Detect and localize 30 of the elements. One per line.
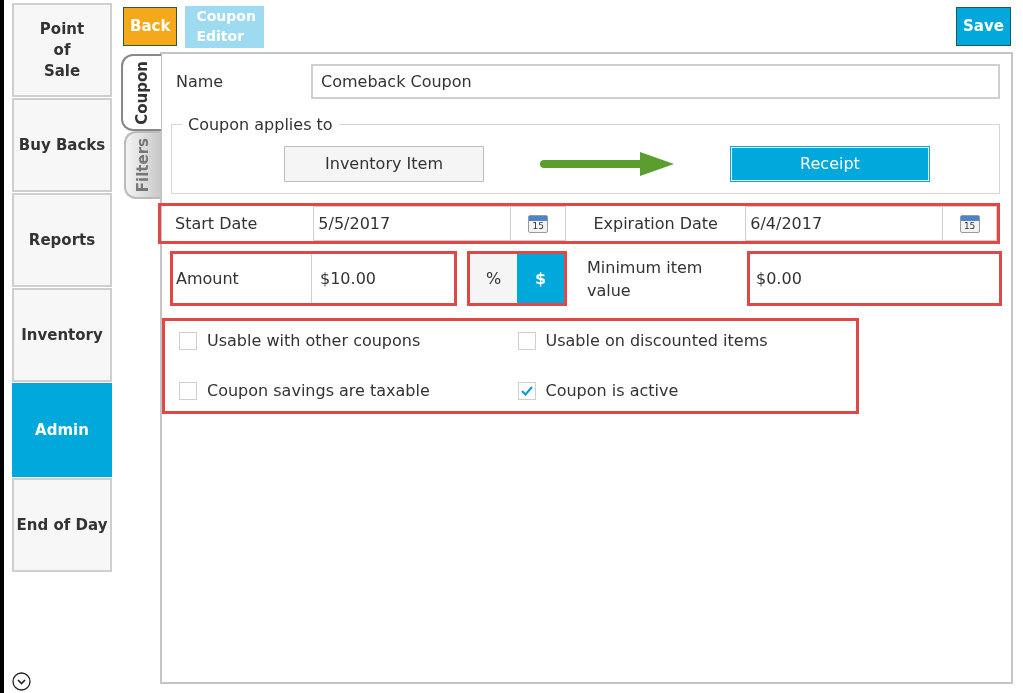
nav-item[interactable]: Point of Sale: [12, 3, 112, 97]
collapse-chevron-icon[interactable]: [12, 672, 31, 691]
checkbox[interactable]: [179, 382, 197, 400]
unit-toggle[interactable]: %: [470, 254, 517, 303]
applies-option[interactable]: Inventory Item: [284, 146, 484, 182]
start-date-label: Start Date: [174, 212, 259, 235]
minimum-value-field[interactable]: $0.00: [747, 251, 1002, 306]
checkbox[interactable]: [517, 382, 536, 400]
nav-item[interactable]: Inventory: [12, 288, 112, 382]
minimum-value-label: Minimum item value: [587, 256, 704, 302]
start-date-field[interactable]: 5/5/2017 15: [313, 206, 567, 241]
expiration-date-field[interactable]: 6/4/2017 15: [745, 206, 997, 241]
checkbox[interactable]: [179, 332, 197, 350]
nav-item[interactable]: Reports: [12, 193, 112, 287]
checkbox[interactable]: [517, 332, 536, 350]
page-title: Coupon Editor: [185, 6, 265, 48]
amount-field[interactable]: $10.00: [311, 254, 451, 303]
checkbox-label: Usable with other coupons: [207, 330, 421, 352]
name-label: Name: [175, 70, 225, 93]
checkbox-label: Coupon savings are taxable: [207, 380, 430, 402]
calendar-icon[interactable]: 15: [959, 214, 980, 233]
calendar-icon[interactable]: 15: [528, 214, 549, 233]
expiration-date-label: Expiration Date: [592, 212, 719, 235]
checkbox-label: Coupon is active: [545, 380, 679, 402]
nav-item[interactable]: Buy Backs: [12, 98, 112, 192]
amount-label: Amount: [175, 267, 240, 290]
nav-item[interactable]: End of Day: [12, 478, 112, 572]
name-field[interactable]: Comeback Coupon: [311, 64, 1000, 99]
checkbox-label: Usable on discounted items: [545, 330, 768, 352]
side-tab[interactable]: Coupon: [121, 54, 161, 131]
